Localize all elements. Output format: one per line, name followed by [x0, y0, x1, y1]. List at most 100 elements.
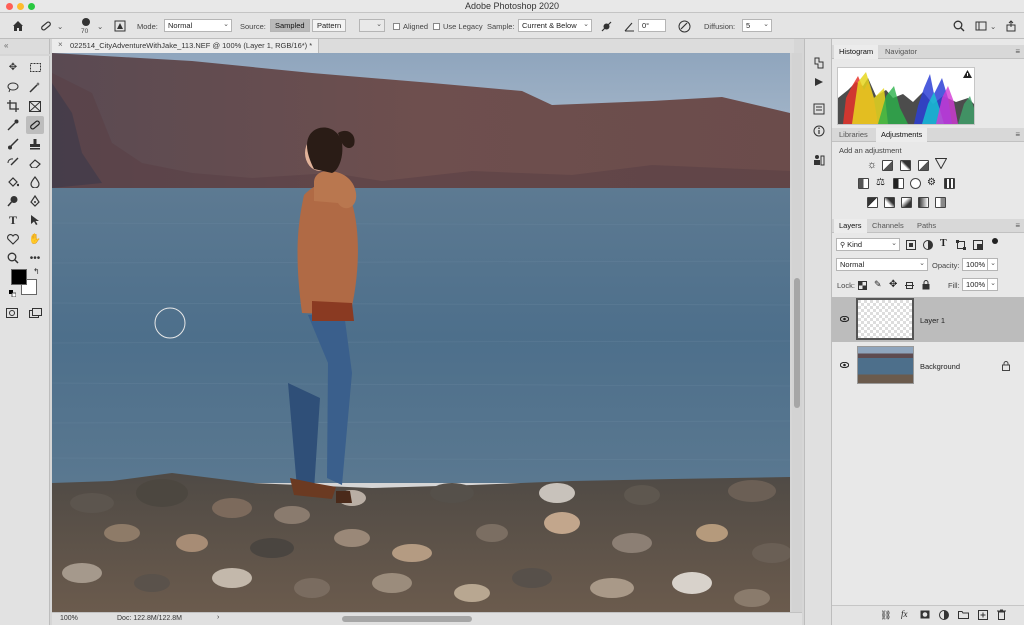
aligned-checkbox-box[interactable]	[393, 22, 400, 30]
paint-bucket-tool-icon[interactable]	[4, 173, 22, 191]
color-lookup-icon[interactable]	[944, 178, 955, 189]
source-sampled-button[interactable]: Sampled	[270, 19, 310, 32]
custom-shape-tool-icon[interactable]	[4, 230, 22, 248]
filter-shape-icon[interactable]	[956, 240, 966, 252]
layer-filter-kind-select[interactable]: ⚲ Kind ⌄	[836, 238, 900, 251]
tab-histogram[interactable]: Histogram	[834, 45, 879, 59]
new-group-folder-icon[interactable]	[958, 610, 969, 621]
levels-icon[interactable]	[882, 160, 893, 171]
lock-all-icon[interactable]	[922, 280, 930, 292]
type-tool-icon[interactable]: T	[4, 211, 22, 229]
glyphs-panel-icon[interactable]	[813, 154, 825, 168]
swap-colors-icon[interactable]: ↰	[33, 267, 40, 276]
background-thumbnail[interactable]	[857, 346, 914, 384]
blur-tool-icon[interactable]	[26, 173, 44, 191]
filter-toggle-icon[interactable]	[992, 238, 998, 244]
more-tools-icon[interactable]: •••	[26, 249, 44, 267]
hand-tool-icon[interactable]: ✋	[26, 230, 44, 248]
hue-saturation-icon[interactable]	[858, 178, 869, 189]
layer-row-layer-1[interactable]: Layer 1	[832, 297, 1024, 342]
invert-icon[interactable]	[867, 197, 878, 208]
black-white-icon[interactable]	[893, 178, 904, 189]
preset-chevron-down-icon[interactable]: ⌄	[57, 13, 63, 39]
lock-pixels-icon[interactable]: ✎	[874, 279, 882, 290]
background-layer-name[interactable]: Background	[920, 362, 960, 371]
brush-chevron-down-icon[interactable]: ⌄	[97, 13, 103, 39]
blend-mode-select[interactable]: Normal ⌄	[836, 258, 928, 271]
info-panel-icon[interactable]	[813, 125, 825, 139]
brush-tool-icon[interactable]	[4, 135, 22, 153]
tab-adjustments[interactable]: Adjustments	[876, 128, 928, 142]
vibrance-icon[interactable]	[934, 158, 948, 171]
background-visibility-eye-icon[interactable]	[839, 361, 850, 370]
lock-transparent-icon[interactable]	[858, 281, 867, 292]
marquee-tool-icon[interactable]	[26, 58, 44, 76]
tab-paths[interactable]: Paths	[912, 219, 941, 233]
home-icon[interactable]	[10, 18, 26, 34]
pressure-size-icon[interactable]	[676, 18, 692, 34]
quick-mask-icon[interactable]	[3, 304, 21, 322]
layer-row-background[interactable]: Background	[832, 342, 1024, 387]
new-adjustment-layer-icon[interactable]	[939, 610, 949, 622]
lock-position-icon[interactable]: ✥	[889, 279, 897, 290]
layers-menu-icon[interactable]: ≡	[1015, 221, 1020, 230]
layer-style-fx-icon[interactable]: fx	[901, 609, 908, 619]
screen-mode-icon[interactable]	[26, 304, 44, 322]
new-layer-icon[interactable]	[978, 610, 988, 622]
filter-adjustment-icon[interactable]	[923, 240, 933, 252]
eraser-tool-icon[interactable]	[26, 154, 44, 172]
selective-color-icon[interactable]	[935, 197, 946, 208]
channel-mixer-icon[interactable]: ⚙	[927, 177, 936, 188]
pattern-picker[interactable]: ⌄	[359, 19, 385, 32]
close-document-icon[interactable]: ×	[58, 40, 63, 49]
histogram-warning-icon[interactable]	[963, 70, 972, 80]
workspace-icon[interactable]	[973, 18, 989, 34]
layer-1-visibility-eye-icon[interactable]	[839, 315, 850, 324]
color-balance-icon[interactable]: ⚖	[876, 177, 885, 188]
tab-layers[interactable]: Layers	[834, 219, 867, 233]
eyedropper-tool-icon[interactable]	[4, 116, 22, 134]
filter-pixel-icon[interactable]	[906, 240, 916, 252]
history-panel-icon[interactable]	[813, 57, 824, 72]
healing-brush-tool-preset-icon[interactable]	[38, 18, 54, 34]
tab-channels[interactable]: Channels	[867, 219, 909, 233]
search-icon[interactable]	[951, 18, 967, 34]
curves-icon[interactable]	[900, 160, 911, 171]
brightness-contrast-icon[interactable]: ☼	[867, 159, 877, 171]
actions-play-icon[interactable]	[814, 77, 824, 90]
layer-1-name[interactable]: Layer 1	[920, 316, 945, 325]
angle-input[interactable]: 0°	[638, 19, 666, 32]
tab-libraries[interactable]: Libraries	[834, 128, 873, 142]
mode-select[interactable]: Normal ⌄	[164, 19, 232, 32]
link-layers-icon[interactable]: ⛓	[880, 610, 891, 621]
foreground-color-swatch[interactable]	[11, 269, 27, 285]
path-selection-tool-icon[interactable]	[26, 211, 44, 229]
fill-chevron-icon[interactable]: ⌄	[987, 278, 998, 291]
pen-tool-icon[interactable]	[26, 192, 44, 210]
vertical-scrollbar[interactable]	[792, 53, 802, 612]
document-tab[interactable]: × 022514_CityAdventureWithJake_113.NEF @…	[52, 39, 320, 53]
crop-tool-icon[interactable]	[4, 97, 22, 115]
brush-tip-icon[interactable]	[78, 16, 94, 28]
filter-type-icon[interactable]: T	[940, 238, 947, 249]
use-legacy-checkbox-box[interactable]	[433, 22, 440, 30]
source-pattern-button[interactable]: Pattern	[312, 19, 347, 32]
status-menu-chevron-icon[interactable]: ›	[217, 614, 219, 621]
tab-navigator[interactable]: Navigator	[880, 45, 922, 59]
gradient-map-icon[interactable]	[918, 197, 929, 208]
workspace-chevron-down-icon[interactable]: ⌄	[990, 13, 996, 39]
aligned-checkbox[interactable]: Aligned	[393, 13, 428, 39]
zoom-tool-icon[interactable]	[4, 249, 22, 267]
add-mask-icon[interactable]	[920, 610, 930, 621]
exposure-icon[interactable]	[918, 160, 929, 171]
magic-wand-tool-icon[interactable]	[26, 78, 44, 96]
histogram-menu-icon[interactable]: ≡	[1015, 47, 1020, 56]
posterize-icon[interactable]	[884, 197, 895, 208]
lock-artboard-icon[interactable]	[905, 281, 914, 292]
history-brush-tool-icon[interactable]	[4, 154, 22, 172]
vertical-scroll-thumb[interactable]	[794, 278, 800, 408]
photo-filter-icon[interactable]	[910, 178, 921, 189]
layer-1-thumbnail[interactable]	[856, 298, 914, 340]
lasso-tool-icon[interactable]	[4, 78, 22, 96]
move-tool-icon[interactable]: ✥	[4, 58, 22, 76]
